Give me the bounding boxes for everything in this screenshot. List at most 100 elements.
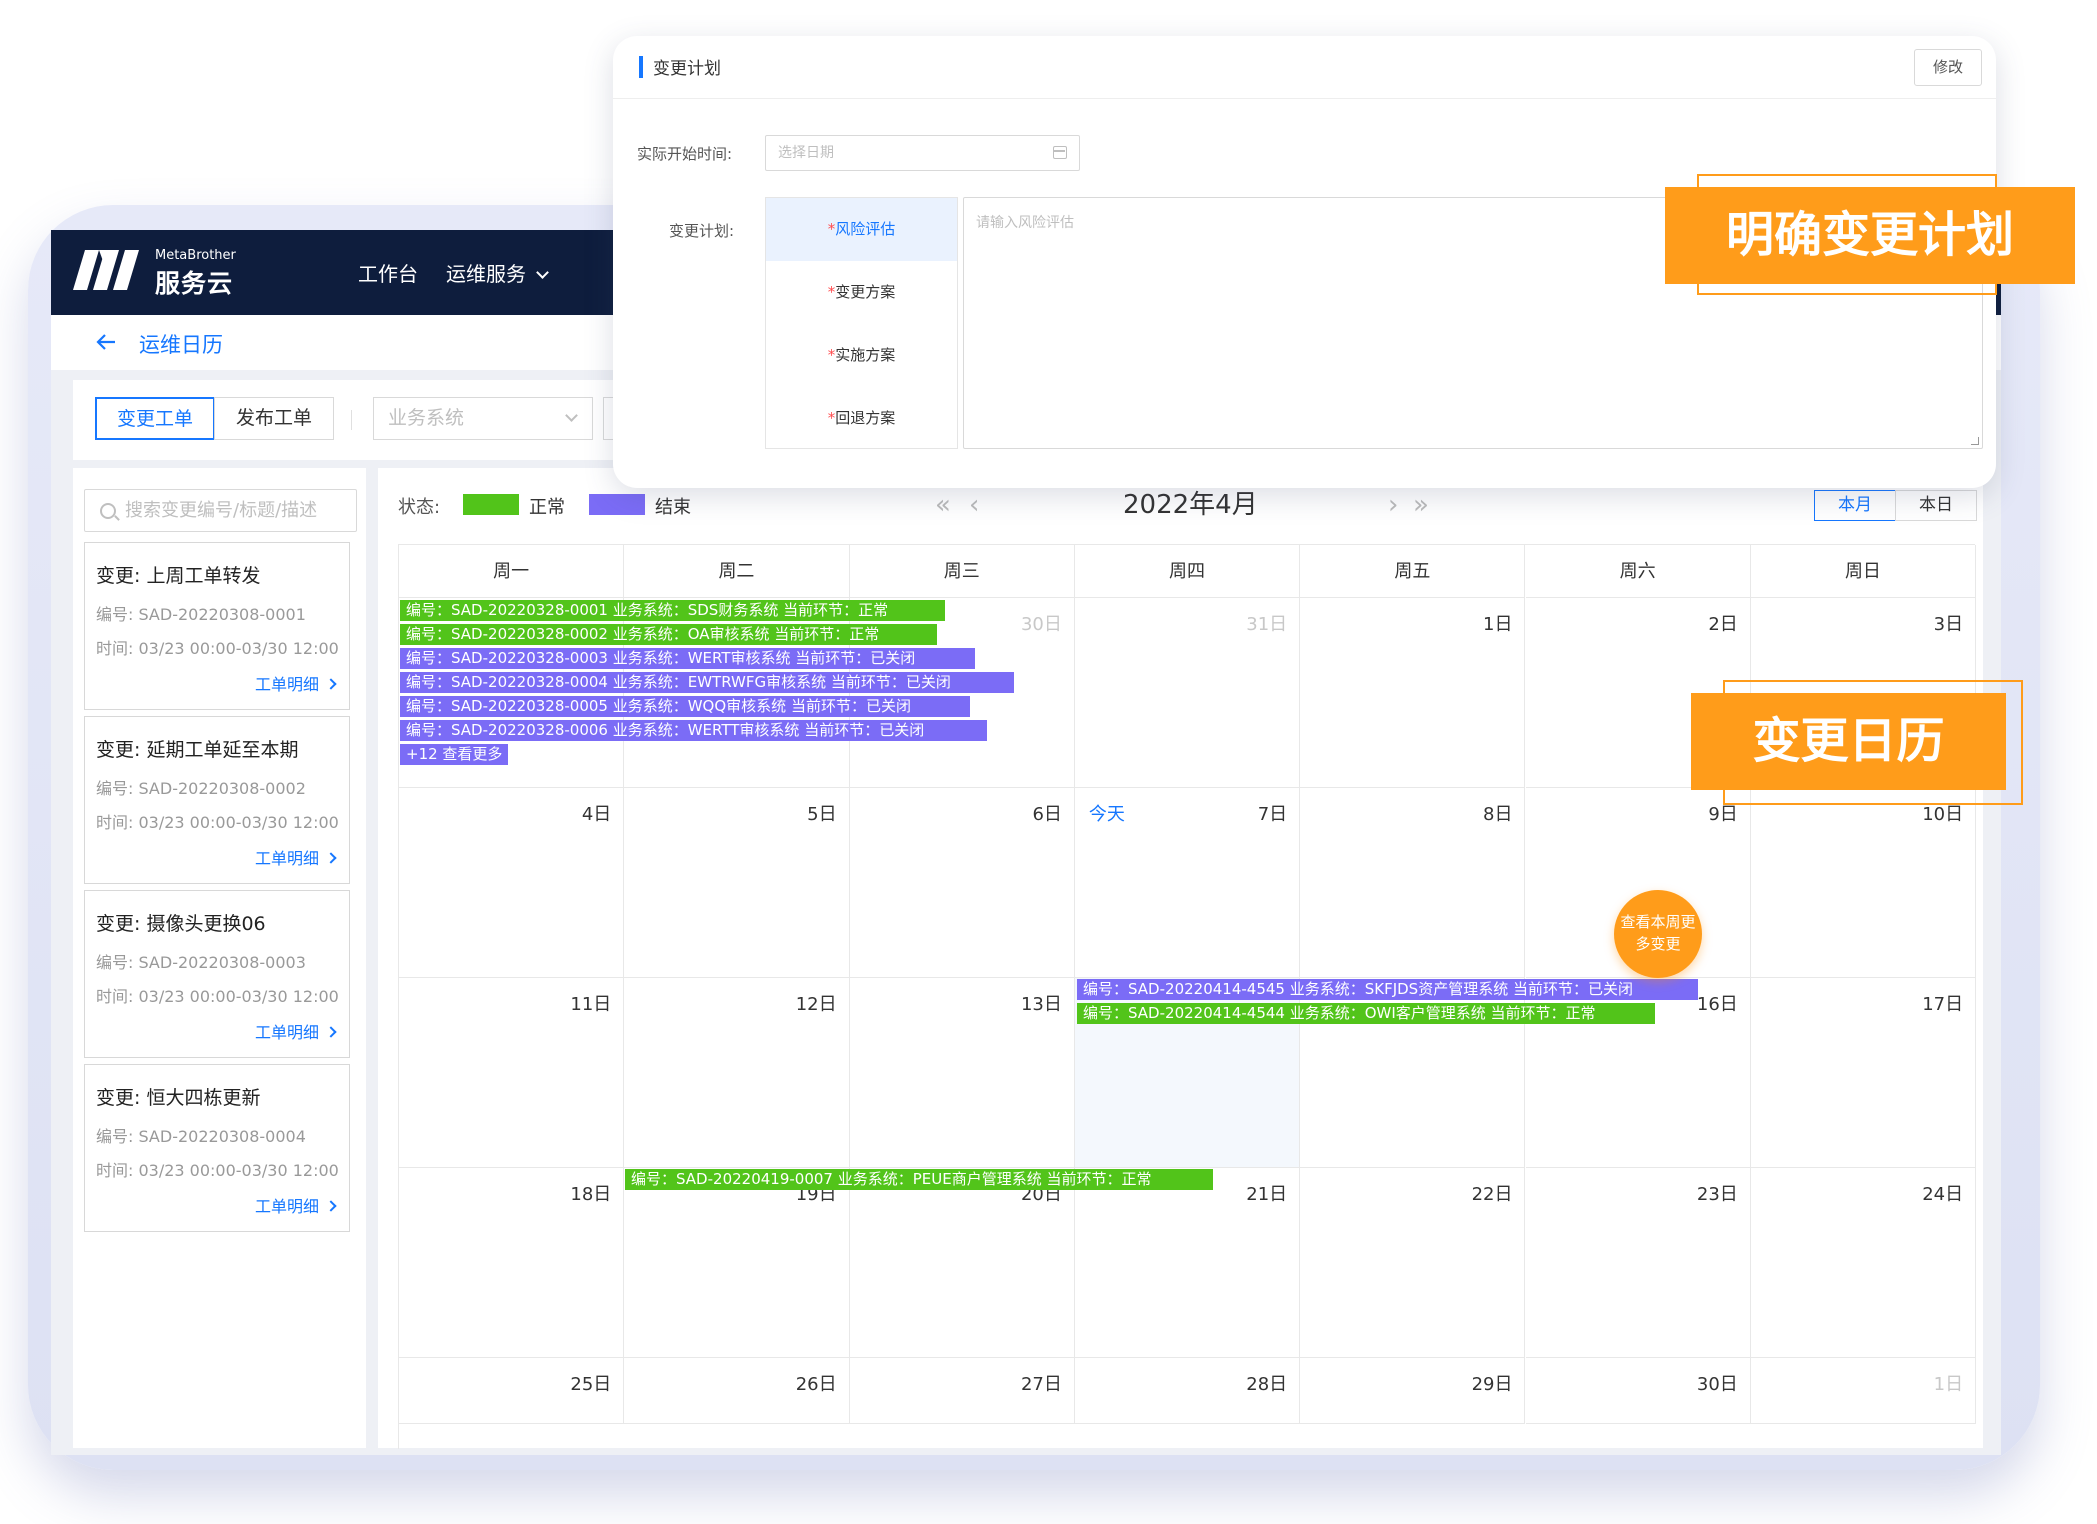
weekday-header: 周一 [399, 545, 625, 598]
calendar-day-cell[interactable]: 18日 [399, 1168, 625, 1358]
link-label: 工单明细 [254, 1197, 319, 1216]
calendar-event[interactable]: 编号：SAD-20220414-4544 业务系统：OWI客户管理系统 当前环节… [1077, 1003, 1655, 1024]
change-plan-label: 变更计划: [669, 222, 735, 240]
view-week-more-button[interactable]: 查看本周更多变更 [1614, 890, 1702, 978]
link-label: 工单明细 [254, 1023, 319, 1042]
list-item[interactable]: 变更: 上周工单转发 编号: SAD-20220308-0001 时间: 03/… [84, 542, 350, 710]
day-number: 26日 [795, 1374, 837, 1395]
next-month-button[interactable]: › [1388, 492, 1398, 518]
next-year-button[interactable]: » [1413, 492, 1429, 518]
card-time: 时间: 03/23 00:00-03/30 12:00 [96, 1161, 339, 1180]
tab-release-orders[interactable]: 发布工单 [214, 397, 334, 440]
calendar-day-cell[interactable]: 29日 [1300, 1358, 1526, 1424]
list-item[interactable]: 变更: 延期工单延至本期 编号: SAD-20220308-0002 时间: 0… [84, 716, 350, 884]
weekday-header: 周二 [624, 545, 850, 598]
calendar-day-cell[interactable]: 30日 [1525, 1358, 1751, 1424]
edit-button[interactable]: 修改 [1914, 49, 1982, 86]
order-detail-link[interactable]: 工单明细 [254, 1193, 337, 1217]
brand-name-cn: 服务云 [155, 269, 234, 298]
callout-calendar: 变更日历 [1691, 693, 2006, 790]
calendar-event[interactable]: 编号：SAD-20220328-0003 业务系统：WERT审核系统 当前环节：… [400, 648, 975, 669]
card-time: 时间: 03/23 00:00-03/30 12:00 [96, 987, 339, 1006]
arrow-left-icon[interactable] [95, 331, 117, 353]
calendar-day-cell[interactable]: 31日 [1074, 598, 1301, 788]
day-number: 24日 [1922, 1184, 1964, 1205]
order-detail-link[interactable]: 工单明细 [254, 845, 337, 869]
chevron-right-icon [325, 678, 337, 690]
search-input[interactable]: 搜索变更编号/标题/描述 [84, 489, 357, 532]
textarea-placeholder: 请输入风险评估 [976, 215, 1074, 231]
calendar-day-cell[interactable]: 21日 [1074, 1168, 1301, 1358]
calendar-day-cell[interactable]: 28日 [1074, 1358, 1301, 1424]
day-number: 8日 [1483, 804, 1513, 825]
calendar-day-cell[interactable]: 4日 [399, 788, 625, 978]
calendar-day-cell[interactable]: 17日 [1750, 978, 1977, 1168]
tab-rollback-plan[interactable]: *回退方案 [766, 387, 957, 450]
calendar-day-cell[interactable]: 20日 [849, 1168, 1075, 1358]
day-number: 6日 [1032, 804, 1062, 825]
list-item[interactable]: 变更: 恒大四栋更新 编号: SAD-20220308-0004 时间: 03/… [84, 1064, 350, 1232]
tab-label: 回退方案 [835, 409, 896, 427]
card-code: 编号: SAD-20220308-0001 [96, 605, 306, 624]
nav-item-ops-service[interactable]: 运维服务 [446, 258, 549, 287]
order-detail-link[interactable]: 工单明细 [254, 1019, 337, 1043]
business-system-select[interactable]: 业务系统 [373, 397, 593, 440]
nav-item-label: 运维服务 [446, 262, 526, 286]
weekday-header: 周日 [1750, 545, 1977, 598]
tab-implementation-plan[interactable]: *实施方案 [766, 324, 957, 387]
calendar-event[interactable]: 编号：SAD-20220328-0006 业务系统：WERTT审核系统 当前环节… [400, 720, 987, 741]
nav-item-workbench[interactable]: 工作台 [358, 258, 418, 287]
tab-change-orders[interactable]: 变更工单 [95, 397, 215, 440]
divider [351, 410, 352, 430]
plan-tab-list: *风险评估 *变更方案 *实施方案 *回退方案 [765, 197, 958, 449]
view-month-button[interactable]: 本月 [1814, 490, 1896, 521]
weekday-header: 周六 [1525, 545, 1751, 598]
card-time: 时间: 03/23 00:00-03/30 12:00 [96, 813, 339, 832]
calendar-day-cell[interactable]: 12日 [624, 978, 850, 1168]
calendar-day-cell[interactable]: 1日 [1750, 1358, 1977, 1424]
calendar-day-cell[interactable]: 11日 [399, 978, 625, 1168]
calendar-day-cell[interactable]: 26日 [624, 1358, 850, 1424]
calendar-event[interactable]: 编号：SAD-20220328-0001 业务系统：SDS财务系统 当前环节：正… [400, 600, 945, 621]
day-number: 25日 [570, 1374, 612, 1395]
chevron-down-icon [536, 266, 549, 279]
start-date-input[interactable]: 选择日期 [765, 135, 1080, 171]
list-item[interactable]: 变更: 摄像头更换06 编号: SAD-20220308-0003 时间: 03… [84, 890, 350, 1058]
tab-risk-assessment[interactable]: *风险评估 [766, 198, 957, 261]
view-more-events-link[interactable]: +12 查看更多 [400, 744, 508, 765]
day-number: 28日 [1246, 1374, 1288, 1395]
prev-year-button[interactable]: « [935, 492, 951, 518]
prev-month-button[interactable]: ‹ [969, 492, 979, 518]
order-detail-link[interactable]: 工单明细 [255, 671, 337, 695]
calendar-event[interactable]: 编号：SAD-20220328-0005 业务系统：WQQ审核系统 当前环节：已… [400, 696, 970, 717]
calendar-day-cell[interactable]: 8日 [1300, 788, 1526, 978]
tab-change-plan[interactable]: *变更方案 [766, 261, 957, 324]
chevron-right-icon [325, 1026, 337, 1038]
view-day-button[interactable]: 本日 [1895, 490, 1977, 521]
date-placeholder: 选择日期 [778, 145, 834, 161]
calendar-day-cell[interactable]: 1日 [1300, 598, 1526, 788]
calendar-day-cell[interactable]: 27日 [849, 1358, 1075, 1424]
calendar-event[interactable]: 编号：SAD-20220414-4545 业务系统：SKFJDS资产管理系统 当… [1077, 979, 1698, 1000]
calendar-day-cell[interactable]: 10日 [1750, 788, 1977, 978]
calendar-day-cell[interactable]: 5日 [624, 788, 850, 978]
link-label: 工单明细 [254, 849, 319, 868]
calendar-day-cell[interactable]: 6日 [849, 788, 1075, 978]
calendar-event[interactable]: 编号：SAD-20220328-0004 业务系统：EWTRWFG审核系统 当前… [400, 672, 1014, 693]
calendar-day-cell[interactable]: 7日 今天 [1074, 788, 1301, 978]
calendar-event[interactable]: 编号：SAD-20220419-0007 业务系统：PEUE商户管理系统 当前环… [625, 1169, 1213, 1190]
day-number: 30日 [1696, 1374, 1738, 1395]
calendar-day-cell[interactable]: 13日 [849, 978, 1075, 1168]
tab-label: 实施方案 [835, 346, 896, 364]
day-number: 23日 [1696, 1184, 1738, 1205]
calendar-day-cell[interactable]: 19日 [624, 1168, 850, 1358]
popup-title: 变更计划 [653, 59, 721, 79]
resize-handle-icon[interactable] [1971, 437, 1979, 445]
calendar-day-cell[interactable]: 24日 [1750, 1168, 1977, 1358]
day-number: 29日 [1471, 1374, 1513, 1395]
calendar-day-cell[interactable]: 25日 [399, 1358, 625, 1424]
calendar-event[interactable]: 编号：SAD-20220328-0002 业务系统：OA审核系统 当前环节：正常 [400, 624, 937, 645]
legend-swatch-closed [589, 494, 645, 515]
calendar-day-cell[interactable]: 22日 [1300, 1168, 1526, 1358]
calendar-day-cell[interactable]: 23日 [1525, 1168, 1751, 1358]
